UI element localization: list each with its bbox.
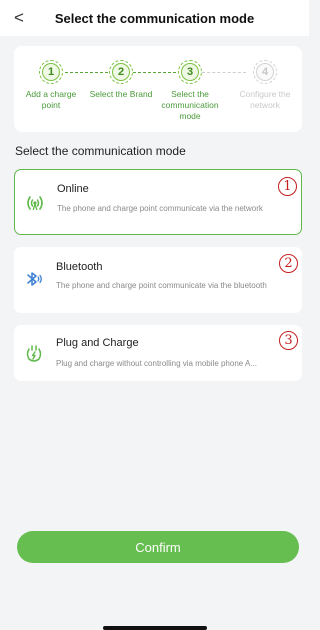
step-circle: 1 bbox=[39, 60, 63, 84]
step-2: 2 Select the Brand bbox=[89, 60, 153, 100]
option-name: Online bbox=[57, 183, 89, 195]
confirm-button[interactable]: Confirm bbox=[17, 531, 299, 563]
bluetooth-icon bbox=[24, 269, 44, 289]
step-1: 1 Add a charge point bbox=[19, 60, 83, 111]
option-plug-and-charge[interactable]: Plug and Charge Plug and charge without … bbox=[14, 325, 302, 381]
option-description: Plug and charge without controlling via … bbox=[56, 359, 258, 368]
section-title: Select the communication mode bbox=[15, 144, 186, 158]
step-circle: 4 bbox=[253, 60, 277, 84]
step-circle: 3 bbox=[178, 60, 202, 84]
option-online[interactable]: Online The phone and charge point commun… bbox=[14, 169, 302, 235]
option-description: The phone and charge point communicate v… bbox=[57, 204, 263, 213]
progress-steps: 1 Add a charge point 2 Select the Brand … bbox=[14, 46, 302, 132]
step-label: Configure the network bbox=[239, 89, 291, 110]
step-circle: 2 bbox=[109, 60, 133, 84]
step-label: Add a charge point bbox=[25, 89, 77, 110]
step-label: Select the communication mode bbox=[161, 89, 219, 121]
home-indicator bbox=[103, 626, 207, 630]
header-bar: < Select the communication mode bbox=[0, 0, 309, 36]
number-badge: 1 bbox=[278, 177, 297, 196]
option-description: The phone and charge point communicate v… bbox=[56, 281, 267, 290]
step-4: 4 Configure the network bbox=[233, 60, 297, 111]
step-3: 3 Select the communication mode bbox=[158, 60, 222, 122]
option-name: Plug and Charge bbox=[56, 337, 139, 349]
wireless-signal-icon bbox=[25, 193, 45, 213]
number-badge: 2 bbox=[279, 254, 298, 273]
step-label: Select the Brand bbox=[89, 89, 153, 99]
option-bluetooth[interactable]: Bluetooth The phone and charge point com… bbox=[14, 247, 302, 313]
option-name: Bluetooth bbox=[56, 261, 103, 273]
number-badge: 3 bbox=[279, 331, 298, 350]
plug-charge-icon bbox=[24, 344, 44, 364]
page-title: Select the communication mode bbox=[54, 11, 255, 26]
